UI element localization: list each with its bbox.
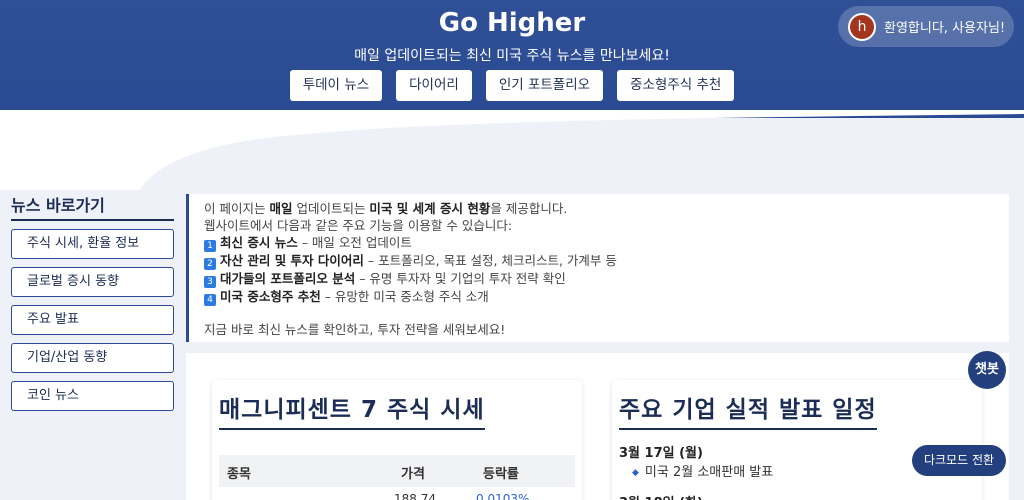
intro-line-2: 웹사이트에서 다음과 같은 주요 기능을 이용할 수 있습니다: (204, 218, 513, 233)
feature-item: 2 자산 관리 및 투자 다이어리 – 포트폴리오, 목표 설정, 체크리스트, … (204, 252, 1009, 270)
magnificent7-title: 매그니피센트 7 주식 시세 (219, 390, 485, 430)
number-2-icon: 2 (204, 258, 216, 270)
magnificent7-card: 매그니피센트 7 주식 시세 종목 가격 등락률 188.74 0.0103% (212, 380, 582, 500)
user-badge[interactable]: h 환영합니다, 사용자님! (838, 6, 1014, 47)
earnings-schedule-card: 주요 기업 실적 발표 일정 3월 17일 (월) ◆ 미국 2월 소매판매 발표… (612, 380, 982, 500)
number-4-icon: 4 (204, 294, 216, 306)
site-subtitle: 매일 업데이트되는 최신 미국 주식 뉴스를 만나보세요! (354, 48, 670, 64)
intro-line-1: 이 페이지는 매일 업데이트되는 미국 및 세계 증시 현황을 제공합니다. (204, 201, 568, 216)
nav-popular-portfolio-button[interactable]: 인기 포트폴리오 (485, 70, 604, 101)
number-3-icon: 3 (204, 276, 216, 288)
sidebar-item-industry-trends[interactable]: 기업/산업 동향 (11, 343, 174, 373)
number-1-icon: 1 (204, 240, 216, 252)
column-change: 등락률 (483, 467, 519, 482)
column-ticker: 종목 (227, 467, 251, 482)
main-content: 매그니피센트 7 주식 시세 종목 가격 등락률 188.74 0.0103% … (186, 353, 1009, 500)
sidebar-item-coin-news[interactable]: 코인 뉴스 (11, 381, 174, 411)
nav-today-news-button[interactable]: 투데이 뉴스 (289, 70, 383, 101)
header-wave-decoration (0, 110, 1024, 190)
page-header: Go Higher 매일 업데이트되는 최신 미국 주식 뉴스를 만나보세요! … (0, 0, 1024, 118)
column-price: 가격 (401, 467, 425, 482)
nav-diary-button[interactable]: 다이어리 (396, 70, 472, 101)
main-nav: 투데이 뉴스 다이어리 인기 포트폴리오 중소형주식 추천 (0, 70, 1024, 101)
schedule-event: ◆ 미국 2월 소매판매 발표 (632, 465, 774, 480)
earnings-title: 주요 기업 실적 발표 일정 (619, 390, 877, 430)
avatar[interactable]: h (848, 12, 876, 41)
schedule-date: 3월 18일 (화) (619, 492, 703, 500)
sidebar-item-key-announcements[interactable]: 주요 발표 (11, 305, 174, 335)
partial-row-price: 188.74 (394, 492, 436, 500)
partial-row-change: 0.0103% (476, 492, 530, 500)
dark-mode-toggle-button[interactable]: 다크모드 전환 (912, 445, 1006, 476)
feature-item: 1 최신 증시 뉴스 – 매일 오전 업데이트 (204, 234, 1009, 252)
news-shortcut-sidebar: 뉴스 바로가기 주식 시세, 환율 정보 글로벌 증시 동향 주요 발표 기업/… (11, 192, 174, 411)
sidebar-item-stock-prices[interactable]: 주식 시세, 환율 정보 (11, 229, 174, 259)
nav-smallcap-picks-button[interactable]: 중소형주식 추천 (617, 70, 735, 101)
user-greeting: 환영합니다, 사용자님! (884, 21, 1006, 36)
sidebar-item-global-markets[interactable]: 글로벌 증시 동향 (11, 267, 174, 297)
sidebar-title: 뉴스 바로가기 (11, 192, 174, 221)
intro-closing: 지금 바로 최신 뉴스를 확인하고, 투자 전략을 세워보세요! (204, 322, 506, 337)
diamond-bullet-icon: ◆ (632, 468, 639, 478)
chatbot-button[interactable]: 챗봇 (968, 351, 1006, 389)
feature-item: 3 대가들의 포트폴리오 분석 – 유명 투자자 및 기업의 투자 전략 확인 (204, 270, 1009, 288)
schedule-date: 3월 17일 (월) (619, 446, 703, 461)
intro-panel: 이 페이지는 매일 업데이트되는 미국 및 세계 증시 현황을 제공합니다. 웹… (186, 194, 1009, 342)
stock-table-header: 종목 가격 등락률 (219, 455, 575, 487)
feature-item: 4 미국 중소형주 추천 – 유망한 미국 중소형 주식 소개 (204, 288, 1009, 306)
